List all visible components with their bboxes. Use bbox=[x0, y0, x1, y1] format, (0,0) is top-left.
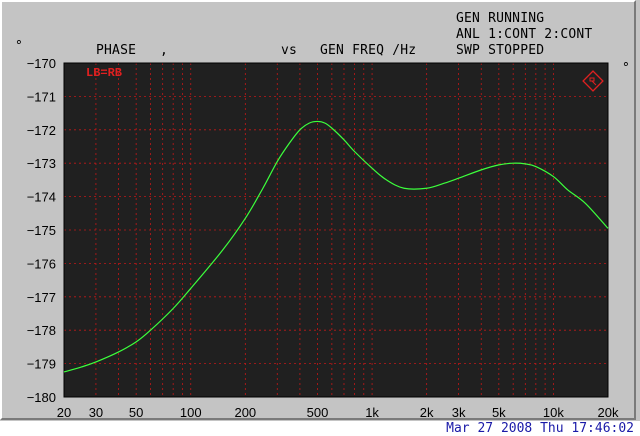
phase-frequency-chart: −170 −171 −172 −173 −174 −175 −176 −177 −178 −179… bbox=[27, 56, 619, 420]
x-tick-label: 1k bbox=[365, 405, 379, 420]
y-tick-label: −179 bbox=[27, 357, 56, 372]
x-tick-label: 5k bbox=[492, 405, 506, 420]
y-tick-label: −172 bbox=[27, 123, 56, 138]
y-tick-label: −173 bbox=[27, 156, 56, 171]
x-tick-label: 50 bbox=[129, 405, 143, 420]
x-tick-label: 30 bbox=[89, 405, 103, 420]
x-tick-label: 100 bbox=[180, 405, 202, 420]
y-tick-label: −170 bbox=[27, 56, 56, 71]
x-tick-labels: 20 30 50 100 200 500 1k 2k 3k 5k 10k 20k bbox=[57, 405, 619, 420]
x-tick-label: 2k bbox=[420, 405, 434, 420]
x-tick-label: 10k bbox=[543, 405, 564, 420]
y-tick-labels: −170 −171 −172 −173 −174 −175 −176 −177 −178 −179… bbox=[27, 56, 56, 405]
x-tick-label: 20 bbox=[57, 405, 71, 420]
x-tick-label: 3k bbox=[452, 405, 466, 420]
y-tick-label: −171 bbox=[27, 89, 56, 104]
x-tick-label: 200 bbox=[234, 405, 256, 420]
y-tick-label: −175 bbox=[27, 223, 56, 238]
y-tick-label: −176 bbox=[27, 256, 56, 271]
trace-label: LB=RB bbox=[86, 66, 122, 80]
x-tick-label: 20k bbox=[598, 405, 619, 420]
y-tick-label: −177 bbox=[27, 290, 56, 305]
y-tick-label: −178 bbox=[27, 323, 56, 338]
status-footer: Mar 27 2008 Thu 17:46:02 bbox=[0, 421, 640, 436]
y-tick-label: −174 bbox=[27, 190, 56, 205]
x-tick-label: 500 bbox=[307, 405, 329, 420]
timestamp: Mar 27 2008 Thu 17:46:02 bbox=[446, 421, 634, 436]
y-tick-label: −180 bbox=[27, 390, 56, 405]
